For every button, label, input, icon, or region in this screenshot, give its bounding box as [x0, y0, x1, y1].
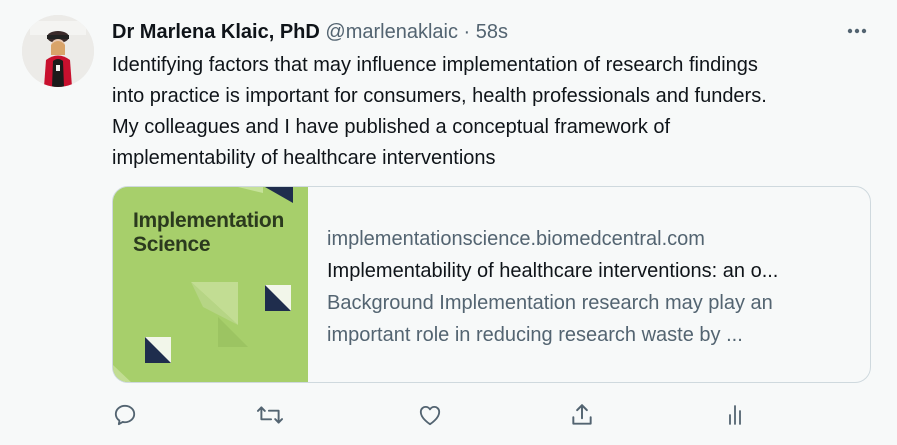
author-handle[interactable]: @marlenaklaic [325, 21, 458, 43]
share-icon [572, 404, 592, 425]
tweet-header: Dr Marlena Klaic, PhD @marlenaklaic · 58… [112, 19, 508, 45]
avatar[interactable] [22, 15, 94, 87]
tweet-text-line: My colleagues and I have published a con… [112, 116, 671, 138]
tweet-text-line: implementability of healthcare intervent… [112, 147, 496, 169]
more-options-button[interactable] [840, 18, 874, 44]
card-title: Implementability of healthcare intervent… [327, 260, 779, 282]
card-body: implementationscience.biomedcentral.com … [327, 223, 857, 351]
card-description: Background Implementation research may p… [327, 287, 857, 351]
tweet-text-line: into practice is important for consumers… [112, 85, 767, 107]
analytics-icon [729, 405, 741, 425]
card-description-line: Background Implementation research may p… [327, 292, 773, 314]
journal-logo: Implementation Science [133, 209, 284, 257]
author-name[interactable]: Dr Marlena Klaic, PhD [112, 21, 320, 43]
timestamp[interactable]: 58s [476, 21, 508, 43]
share-button[interactable] [566, 400, 598, 430]
separator-dot: · [463, 21, 471, 43]
reply-icon [114, 404, 136, 426]
retweet-icon [256, 406, 284, 424]
journal-logo-line: Science [133, 233, 211, 256]
like-icon [419, 405, 441, 426]
card-thumbnail: Implementation Science [113, 187, 308, 382]
avatar-photo [22, 15, 94, 87]
retweet-button[interactable] [254, 400, 286, 430]
journal-logo-line: Implementation [133, 209, 284, 232]
card-description-line: important role in reducing research wast… [327, 324, 743, 346]
like-button[interactable] [414, 400, 446, 430]
tweet-text: Identifying factors that may influence i… [112, 50, 872, 174]
analytics-button[interactable] [719, 400, 751, 430]
action-bar [112, 400, 752, 430]
tweet-text-line: Identifying factors that may influence i… [112, 54, 758, 76]
reply-button[interactable] [109, 400, 141, 430]
more-icon [847, 28, 867, 34]
link-preview-card[interactable]: Implementation Science implementationsci… [112, 186, 871, 383]
card-domain: implementationscience.biomedcentral.com [327, 228, 705, 250]
